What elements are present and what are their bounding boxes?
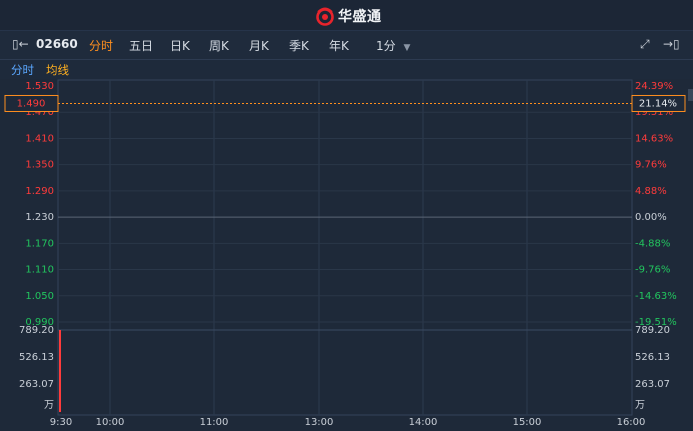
pct-tick-label: -14.63% [635,291,677,302]
volume-tick-label-right: 526.13 [635,352,670,363]
x-tick-label: 10:00 [96,417,125,428]
chart-area[interactable]: 9:30 10:00 11:00 13:00 14:00 15:00 16:00 1.530 2… [0,79,693,431]
x-tick-label: 16:00 [617,417,646,428]
interval-dropdown[interactable]: 1分 ▼ [376,37,410,54]
chart-toolbar: ▯← 02660 分时 五日 日K 周K 月K 季K 年K 1分 ▼ ⤢ →▯ [0,31,693,60]
interval-value: 1分 [376,39,396,53]
pct-tick-label: -9.76% [635,265,670,276]
pct-tick-label: 4.88% [635,186,667,197]
legend-bar: 分时 均线 [0,60,693,79]
volume-tick-label-right: 263.07 [635,379,670,390]
collapse-left-icon[interactable]: ▯← [12,37,29,51]
tab-day-k[interactable]: 日K [170,37,190,54]
price-tick-label: 1.050 [25,291,54,302]
app-title: 华盛通 [338,9,382,25]
pct-tick-label: 9.76% [635,160,667,171]
price-tick-label: 1.290 [25,186,54,197]
stock-code: 02660 [36,37,78,51]
chevron-down-icon: ▼ [403,43,411,53]
pct-tick-label: 0.00% [635,212,667,223]
volume-bar [59,330,61,412]
current-change-label: 21.14% [639,98,677,109]
price-tick-label: 1.350 [25,160,54,171]
pct-tick-label: 14.63% [635,133,673,144]
pct-tick-label: 24.39% [635,81,673,92]
x-tick-label: 13:00 [305,417,334,428]
tab-five-day[interactable]: 五日 [129,37,153,54]
pct-tick-label: -4.88% [635,238,670,249]
volume-tick-label: 789.20 [19,325,54,336]
volume-tick-label: 263.07 [19,379,54,390]
collapse-right-icon[interactable]: →▯ [663,37,680,51]
scrollbar-thumb[interactable] [688,89,693,101]
title-bar: 华盛通 [0,0,693,31]
chart-frame [57,79,633,416]
volume-tick-label-right: 万 [635,400,645,411]
tab-season-k[interactable]: 季K [289,37,309,54]
volume-tick-label-right: 789.20 [635,325,670,336]
tab-year-k[interactable]: 年K [329,37,349,54]
volume-tick-label: 526.13 [19,352,54,363]
timeshare-chart[interactable]: 9:30 10:00 11:00 13:00 14:00 15:00 16:00 1.530 2… [0,79,693,431]
price-tick-label: 1.530 [25,81,54,92]
fullscreen-icon[interactable]: ⤢ [640,37,650,52]
x-tick-label: 15:00 [513,417,542,428]
logo-icon [316,7,334,26]
legend-avg-line: 均线 [46,63,69,77]
tab-week-k[interactable]: 周K [209,37,229,54]
x-tick-label: 11:00 [200,417,229,428]
price-tick-label: 1.110 [25,265,54,276]
price-tick-label: 1.230 [25,212,54,223]
app-logo: 华盛通 [315,6,382,26]
x-tick-label: 9:30 [50,417,72,428]
x-tick-label: 14:00 [409,417,438,428]
price-tick-label: 1.170 [25,238,54,249]
volume-tick-label: 万 [44,400,54,411]
tab-timeshare[interactable]: 分时 [89,37,113,54]
current-price-label: 1.490 [17,98,46,109]
legend-timeshare: 分时 [11,63,34,77]
price-tick-label: 1.410 [25,133,54,144]
tab-month-k[interactable]: 月K [249,37,269,54]
